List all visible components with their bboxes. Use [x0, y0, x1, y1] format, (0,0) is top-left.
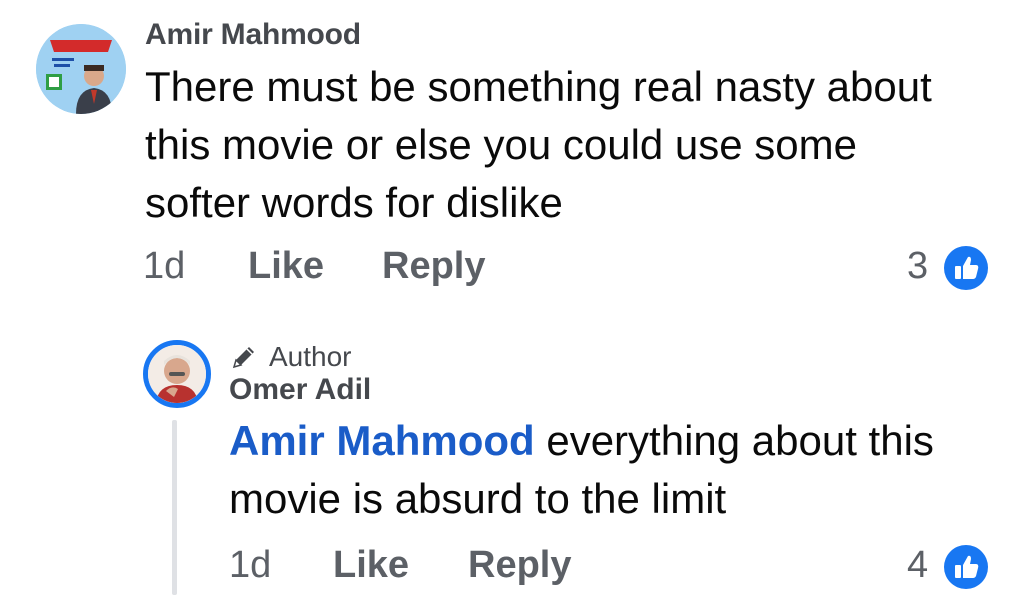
avatar[interactable]	[36, 24, 126, 114]
pencil-icon	[229, 342, 259, 372]
thread-connector-line	[172, 420, 177, 595]
profile-photo	[36, 24, 126, 114]
reply-author[interactable]: Omer Adil	[229, 373, 371, 407]
thumbs-up-icon[interactable]	[944, 545, 988, 589]
comment-author[interactable]: Amir Mahmood	[145, 18, 361, 52]
reply-button[interactable]: Reply	[382, 245, 485, 288]
reply-button[interactable]: Reply	[468, 544, 571, 587]
mention-link[interactable]: Amir Mahmood	[229, 417, 535, 464]
thumbs-up-icon[interactable]	[944, 246, 988, 290]
reply-text: Amir Mahmood everything about this movie…	[229, 412, 989, 528]
profile-photo	[148, 345, 206, 403]
author-badge: Author	[229, 341, 352, 373]
reaction-count[interactable]: 4	[907, 544, 928, 587]
like-button[interactable]: Like	[333, 544, 409, 587]
author-badge-label: Author	[269, 341, 352, 372]
comment-text: There must be something real nasty about…	[145, 63, 932, 226]
avatar[interactable]	[143, 340, 211, 408]
comment-timestamp[interactable]: 1d	[143, 245, 185, 288]
reply-timestamp[interactable]: 1d	[229, 544, 271, 587]
like-button[interactable]: Like	[248, 245, 324, 288]
reaction-count[interactable]: 3	[907, 245, 928, 288]
